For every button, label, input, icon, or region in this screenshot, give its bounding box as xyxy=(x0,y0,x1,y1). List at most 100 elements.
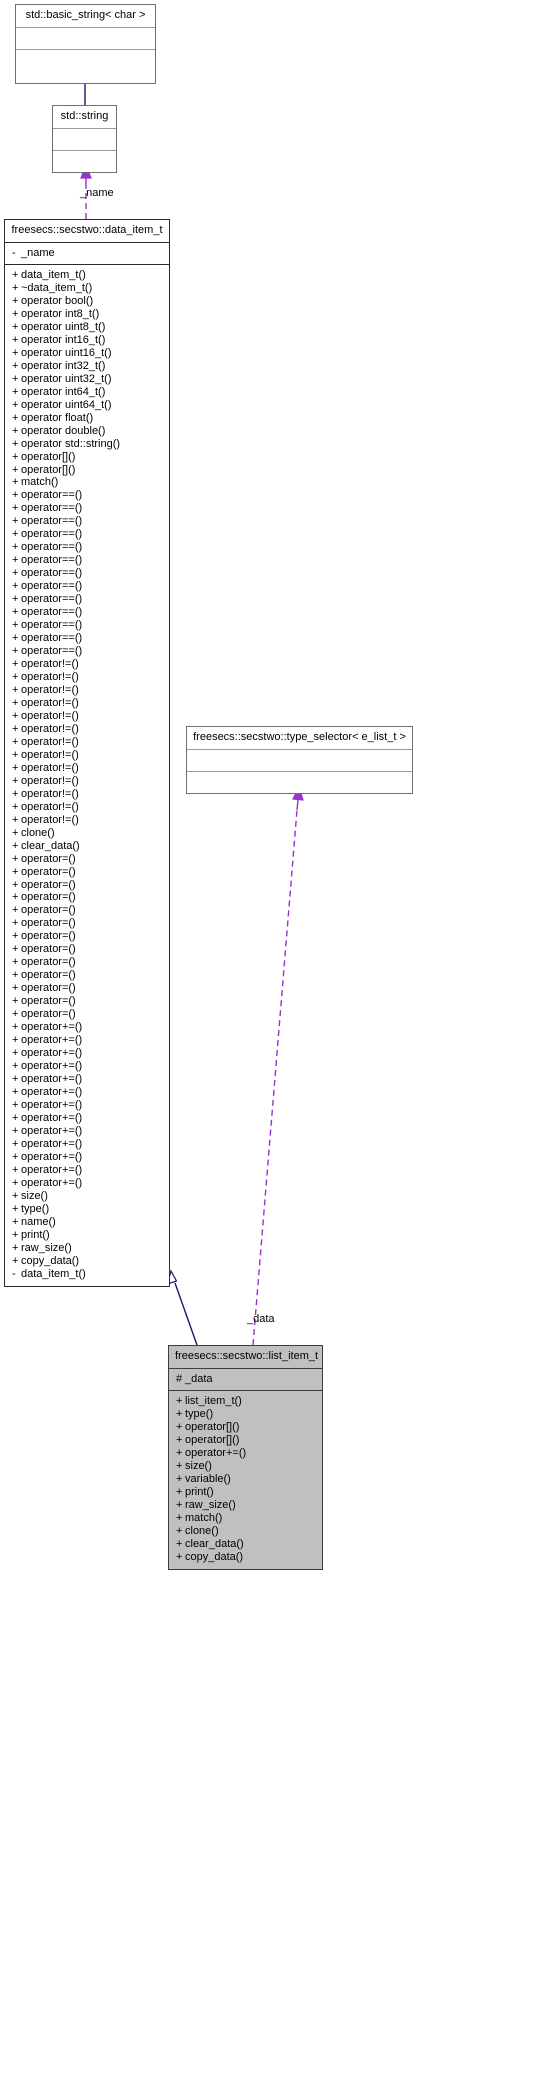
class-member[interactable]: + print() xyxy=(5,1229,169,1242)
class-member[interactable]: + operator!=() xyxy=(5,749,169,762)
class-member[interactable]: + operator!=() xyxy=(5,788,169,801)
class-member[interactable]: + raw_size() xyxy=(5,1242,169,1255)
class-member[interactable]: + copy_data() xyxy=(169,1551,322,1564)
class-member[interactable]: + operator+=() xyxy=(5,1073,169,1086)
class-member[interactable]: + raw_size() xyxy=(169,1499,322,1512)
class-member[interactable]: + name() xyxy=(5,1216,169,1229)
class-member[interactable]: + operator==() xyxy=(5,515,169,528)
class-member[interactable]: + size() xyxy=(5,1190,169,1203)
class-member[interactable]: + operator+=() xyxy=(5,1177,169,1190)
class-member[interactable]: + operator=() xyxy=(5,956,169,969)
class-member[interactable]: + print() xyxy=(169,1486,322,1499)
class-member[interactable]: + operator!=() xyxy=(5,671,169,684)
class-member[interactable]: + operator+=() xyxy=(169,1447,322,1460)
member-label: operator+=() xyxy=(21,1163,83,1176)
class-member[interactable]: + operator=() xyxy=(5,1008,169,1021)
class-member[interactable]: + operator!=() xyxy=(5,762,169,775)
class-member[interactable]: + operator+=() xyxy=(5,1164,169,1177)
class-member[interactable]: + operator=() xyxy=(5,853,169,866)
class-box-std-string[interactable]: std::string xyxy=(52,105,117,173)
class-member[interactable]: + operator+=() xyxy=(5,1034,169,1047)
class-member[interactable]: + operator+=() xyxy=(5,1099,169,1112)
class-member[interactable]: + clear_data() xyxy=(169,1538,322,1551)
class-member[interactable]: + operator!=() xyxy=(5,801,169,814)
class-member[interactable]: - data_item_t() xyxy=(5,1268,169,1281)
class-member[interactable]: + clone() xyxy=(5,827,169,840)
class-member[interactable]: + operator uint16_t() xyxy=(5,347,169,360)
class-member[interactable]: + operator int8_t() xyxy=(5,308,169,321)
class-member[interactable]: # _data xyxy=(169,1373,322,1386)
class-member[interactable]: + operator=() xyxy=(5,995,169,1008)
class-member[interactable]: + operator+=() xyxy=(5,1125,169,1138)
class-member[interactable]: + operator uint64_t() xyxy=(5,399,169,412)
class-member[interactable]: + operator=() xyxy=(5,904,169,917)
class-member[interactable]: + operator uint32_t() xyxy=(5,373,169,386)
class-member[interactable]: + operator[]() xyxy=(5,464,169,477)
class-box-data-item-t[interactable]: freesecs::secstwo::data_item_t - _name + d… xyxy=(4,219,170,1287)
class-member[interactable]: + operator!=() xyxy=(5,723,169,736)
class-member[interactable]: + operator==() xyxy=(5,541,169,554)
class-member[interactable]: + match() xyxy=(169,1512,322,1525)
class-member[interactable]: + operator double() xyxy=(5,425,169,438)
class-member[interactable]: + operator==() xyxy=(5,645,169,658)
class-member[interactable]: + operator int16_t() xyxy=(5,334,169,347)
class-member[interactable]: + operator==() xyxy=(5,580,169,593)
class-member[interactable]: + operator uint8_t() xyxy=(5,321,169,334)
class-member[interactable]: + operator=() xyxy=(5,930,169,943)
class-member[interactable]: + operator!=() xyxy=(5,658,169,671)
class-box-list-item-t[interactable]: freesecs::secstwo::list_item_t # _data + l… xyxy=(168,1345,323,1570)
class-member[interactable]: + operator==() xyxy=(5,606,169,619)
class-member[interactable]: + operator!=() xyxy=(5,775,169,788)
class-member[interactable]: + operator[]() xyxy=(169,1434,322,1447)
class-member[interactable]: + type() xyxy=(5,1203,169,1216)
class-member[interactable]: + operator int64_t() xyxy=(5,386,169,399)
class-member[interactable]: + operator=() xyxy=(5,891,169,904)
class-member[interactable]: + operator==() xyxy=(5,502,169,515)
class-member[interactable]: + operator=() xyxy=(5,969,169,982)
class-member[interactable]: + operator+=() xyxy=(5,1047,169,1060)
class-member[interactable]: + operator==() xyxy=(5,632,169,645)
class-member[interactable]: + operator=() xyxy=(5,879,169,892)
class-member[interactable]: + operator!=() xyxy=(5,684,169,697)
class-member[interactable]: + operator+=() xyxy=(5,1138,169,1151)
member-visibility: - xyxy=(12,1267,16,1280)
class-member[interactable]: + operator=() xyxy=(5,982,169,995)
class-member[interactable]: + operator=() xyxy=(5,917,169,930)
class-member[interactable]: + operator=() xyxy=(5,943,169,956)
class-member[interactable]: + operator!=() xyxy=(5,814,169,827)
class-member[interactable]: + type() xyxy=(169,1408,322,1421)
class-member[interactable]: + operator==() xyxy=(5,554,169,567)
class-member[interactable]: + operator+=() xyxy=(5,1021,169,1034)
class-member[interactable]: + operator[]() xyxy=(169,1421,322,1434)
class-member[interactable]: + copy_data() xyxy=(5,1255,169,1268)
class-box-type-selector[interactable]: freesecs::secstwo::type_selector< e_list… xyxy=(186,726,413,794)
class-member[interactable]: + operator+=() xyxy=(5,1086,169,1099)
class-member[interactable]: + clear_data() xyxy=(5,840,169,853)
class-member[interactable]: + match() xyxy=(5,476,169,489)
class-member[interactable]: + operator int32_t() xyxy=(5,360,169,373)
class-member[interactable]: + operator bool() xyxy=(5,295,169,308)
class-box-basic-string[interactable]: std::basic_string< char > xyxy=(15,4,156,84)
class-member[interactable]: + operator+=() xyxy=(5,1112,169,1125)
class-member[interactable]: + operator float() xyxy=(5,412,169,425)
class-member[interactable]: + operator[]() xyxy=(5,451,169,464)
class-member[interactable]: + operator!=() xyxy=(5,736,169,749)
class-member[interactable]: + variable() xyxy=(169,1473,322,1486)
class-member[interactable]: + ~data_item_t() xyxy=(5,282,169,295)
class-member[interactable]: + operator std::string() xyxy=(5,438,169,451)
class-member[interactable]: - _name xyxy=(5,247,169,260)
class-member[interactable]: + operator!=() xyxy=(5,710,169,723)
class-member[interactable]: + operator!=() xyxy=(5,697,169,710)
class-member[interactable]: + operator==() xyxy=(5,489,169,502)
class-member[interactable]: + clone() xyxy=(169,1525,322,1538)
class-member[interactable]: + operator+=() xyxy=(5,1060,169,1073)
class-member[interactable]: + operator==() xyxy=(5,619,169,632)
class-member[interactable]: + data_item_t() xyxy=(5,269,169,282)
class-member[interactable]: + list_item_t() xyxy=(169,1395,322,1408)
class-member[interactable]: + operator=() xyxy=(5,866,169,879)
class-member[interactable]: + operator==() xyxy=(5,567,169,580)
class-member[interactable]: + size() xyxy=(169,1460,322,1473)
class-member[interactable]: + operator==() xyxy=(5,528,169,541)
class-member[interactable]: + operator+=() xyxy=(5,1151,169,1164)
class-member[interactable]: + operator==() xyxy=(5,593,169,606)
